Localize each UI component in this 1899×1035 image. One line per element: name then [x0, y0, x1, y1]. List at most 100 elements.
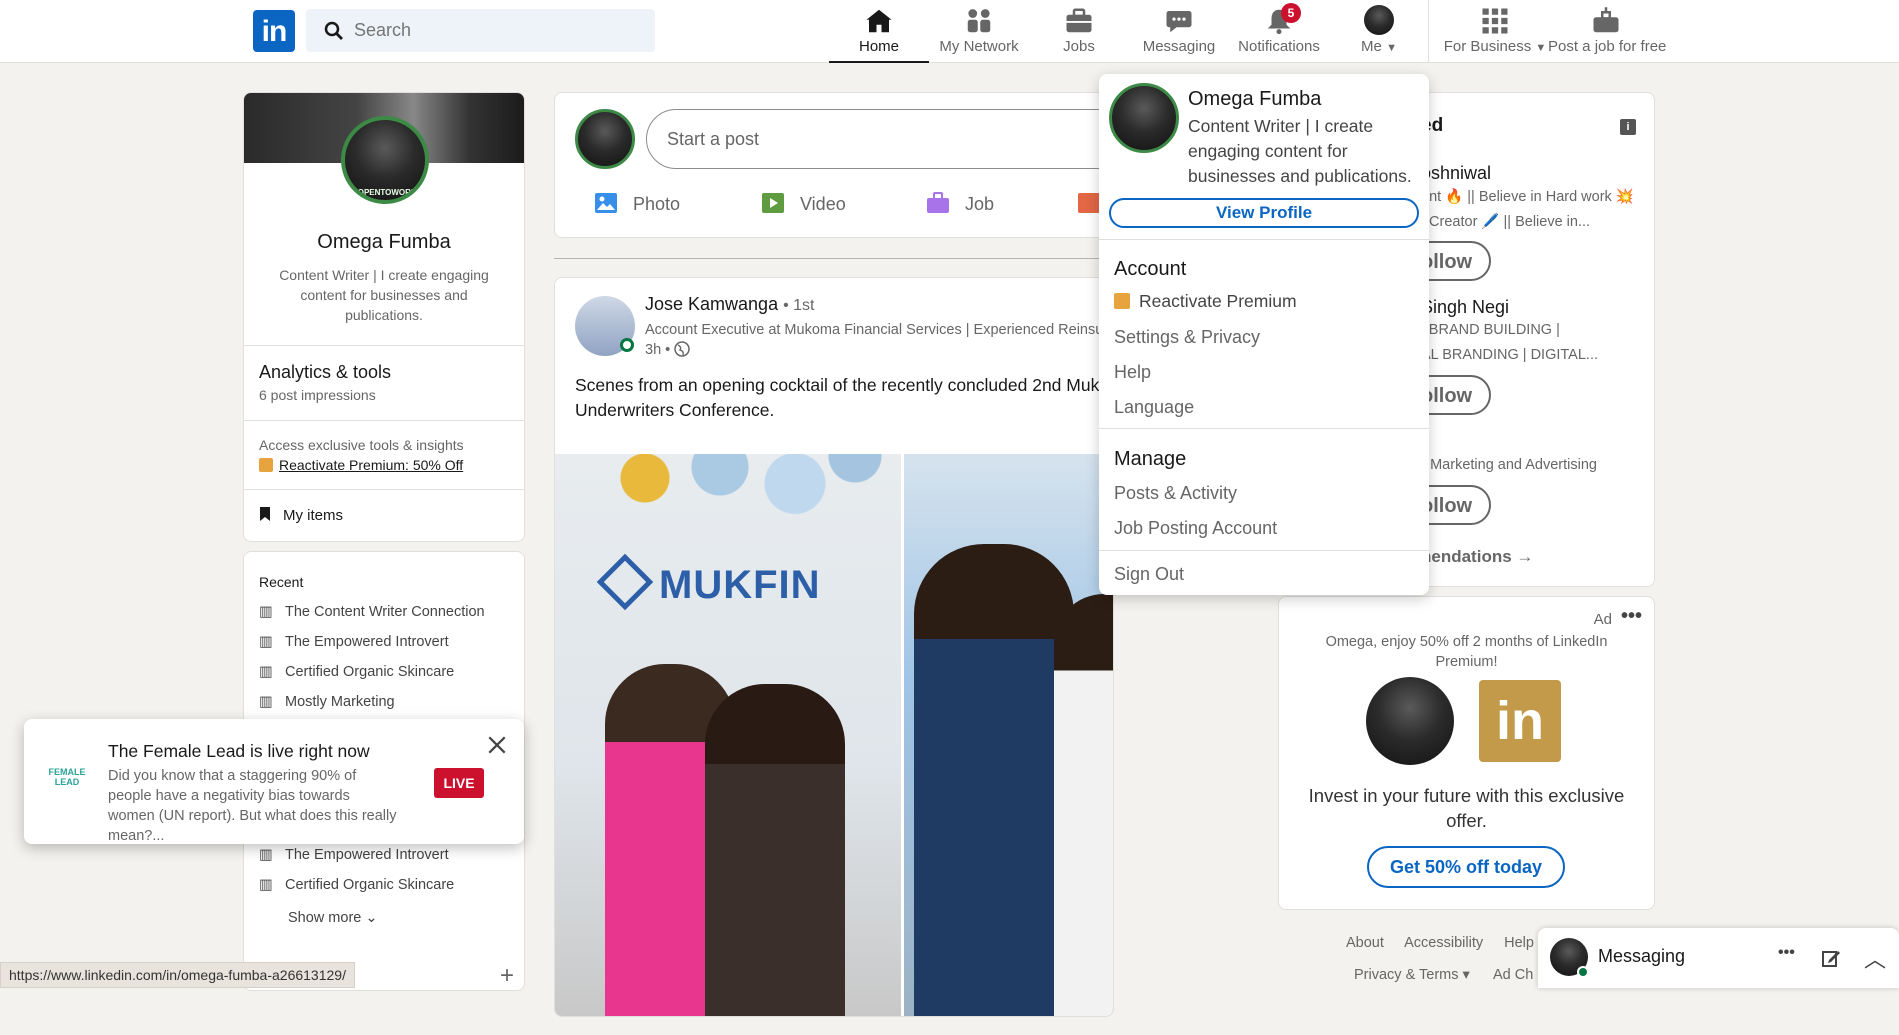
- nav-notifications[interactable]: 5 Notifications: [1229, 0, 1329, 63]
- group-icon: ▥: [259, 634, 273, 650]
- close-icon[interactable]: [486, 734, 508, 756]
- plus-icon[interactable]: +: [500, 962, 514, 990]
- menu-item-label: Reactivate Premium: [1139, 291, 1297, 311]
- my-items[interactable]: My items: [259, 506, 343, 524]
- linkedin-logo[interactable]: in: [253, 10, 295, 52]
- recent-item[interactable]: ▥ Certified Organic Skincare: [259, 877, 514, 907]
- menu-item-job-posting[interactable]: Job Posting Account: [1114, 518, 1277, 539]
- messaging-dock[interactable]: Messaging ••• ︿: [1538, 928, 1899, 988]
- nav-messaging[interactable]: Messaging: [1129, 0, 1229, 63]
- job-label: Job: [965, 194, 995, 214]
- toast-body: Did you know that a staggering 90% of pe…: [108, 768, 397, 844]
- search-input[interactable]: [354, 9, 644, 52]
- more-icon[interactable]: •••: [1778, 944, 1795, 962]
- messaging-label: Messaging: [1598, 946, 1686, 966]
- recent-item-label: Certified Organic Skincare: [285, 877, 455, 893]
- feed-divider: [554, 258, 1114, 259]
- group-icon: ▥: [259, 877, 273, 893]
- composer-avatar[interactable]: [575, 109, 635, 169]
- toast-title: The Female Lead is live right now: [108, 741, 370, 761]
- more-icon[interactable]: •••: [1621, 605, 1642, 628]
- start-post-input[interactable]: Start a post: [646, 109, 1113, 169]
- suggestion-line: AL BRANDING | DIGITAL...: [1421, 347, 1598, 363]
- view-profile-button[interactable]: View Profile: [1109, 198, 1419, 228]
- network-icon: [967, 9, 991, 33]
- nav-jobs[interactable]: Jobs: [1029, 0, 1129, 63]
- divider: [1099, 428, 1429, 429]
- menu-item-settings[interactable]: Settings & Privacy: [1114, 327, 1260, 348]
- nav-for-business[interactable]: For Business ▼: [1440, 0, 1550, 63]
- group-icon: ▥: [259, 664, 273, 680]
- profile-name[interactable]: Omega Fumba: [244, 231, 524, 254]
- suggestion-name[interactable]: Singh Negi: [1421, 297, 1509, 318]
- recent-list: ▥ The Content Writer Connection ▥ The Empo…: [259, 604, 514, 724]
- footer-link[interactable]: Help: [1504, 935, 1534, 951]
- menu-item-sign-out[interactable]: Sign Out: [1114, 564, 1184, 585]
- show-more-label: Show more: [288, 910, 362, 926]
- nav-post-job[interactable]: Post a job for free: [1548, 0, 1667, 63]
- analytics-title: Analytics & tools: [259, 362, 392, 382]
- menu-item-help[interactable]: Help: [1114, 362, 1151, 383]
- search-icon: [324, 21, 343, 40]
- ad-cta-button[interactable]: Get 50% off today: [1367, 846, 1565, 888]
- profile-avatar[interactable]: #OPENTOWORK: [341, 116, 429, 204]
- bookmark-icon: [260, 507, 270, 521]
- nav-my-network[interactable]: My Network: [929, 0, 1029, 63]
- job-button[interactable]: Job: [925, 191, 994, 215]
- compose-icon[interactable]: [1821, 948, 1841, 968]
- chevron-up-icon[interactable]: ︿: [1864, 942, 1886, 974]
- recent-item[interactable]: ▥ Certified Organic Skincare: [259, 664, 514, 694]
- nav-messaging-label: Messaging: [1142, 38, 1216, 55]
- premium-icon: [1114, 293, 1130, 309]
- post-time-row: 3h •: [645, 341, 691, 358]
- caret-down-icon: ▼: [1535, 42, 1547, 54]
- recent-item[interactable]: ▥ The Empowered Introvert: [259, 847, 514, 877]
- messaging-icon: [1166, 11, 1192, 33]
- post-degree: • 1st: [783, 297, 815, 314]
- show-more-button[interactable]: Show more ⌄: [288, 910, 378, 926]
- nav-notifications-label: Notifications: [1238, 38, 1320, 55]
- menu-item-language[interactable]: Language: [1114, 397, 1194, 418]
- post-text: Scenes from an opening cocktail of the r…: [575, 375, 1100, 420]
- group-icon: ▥: [259, 847, 273, 863]
- footer-link[interactable]: About: [1346, 935, 1384, 951]
- jobs-icon: [1066, 8, 1092, 33]
- live-toast[interactable]: FEMALE LEAD The Female Lead is live righ…: [24, 719, 524, 844]
- me-dropdown: Omega Fumba Content Writer | I create en…: [1099, 74, 1429, 595]
- menu-item-reactivate-premium[interactable]: Reactivate Premium: [1114, 291, 1297, 312]
- account-header: Account: [1114, 258, 1187, 280]
- recent-item-label: Mostly Marketing: [285, 694, 395, 710]
- info-icon[interactable]: i: [1620, 119, 1636, 135]
- nav-me[interactable]: Me ▼: [1329, 0, 1429, 63]
- footer-link[interactable]: Accessibility: [1404, 935, 1483, 951]
- post-image-left[interactable]: MUKFIN: [555, 454, 901, 1016]
- opentowork-frame: #OPENTOWORK: [353, 188, 417, 197]
- video-button[interactable]: Video: [760, 191, 846, 215]
- feed-post: Jose Kamwanga • 1st Account Executive at…: [554, 277, 1114, 1017]
- me-dropdown-avatar[interactable]: [1109, 83, 1179, 153]
- analytics-section[interactable]: Analytics & tools 6 post impressions: [244, 346, 524, 412]
- footer-link[interactable]: Privacy & Terms ▾: [1354, 967, 1470, 983]
- post-author-name[interactable]: Jose Kamwanga: [645, 294, 778, 314]
- nav-home-label: Home: [858, 38, 899, 55]
- post-image-right[interactable]: [904, 454, 1113, 1016]
- event-logo-text: MUKFIN: [659, 563, 821, 607]
- nav-post-job-label: Post a job for free: [1548, 38, 1667, 55]
- nav-divider: [1428, 0, 1429, 63]
- ad-user-avatar: [1366, 677, 1454, 765]
- divider: [244, 420, 524, 421]
- recent-item[interactable]: ▥ The Content Writer Connection: [259, 604, 514, 634]
- footer-link[interactable]: Ad Ch: [1493, 967, 1533, 983]
- search-bar[interactable]: [306, 9, 655, 52]
- suggestion-name[interactable]: oshniwal: [1421, 163, 1491, 184]
- view-recommendations-link[interactable]: nendations →: [1421, 547, 1533, 567]
- divider: [1099, 239, 1429, 240]
- post-author-subtitle: Account Executive at Mukoma Financial Se…: [645, 322, 1104, 338]
- menu-item-posts-activity[interactable]: Posts & Activity: [1114, 483, 1237, 504]
- photo-button[interactable]: Photo: [593, 191, 680, 215]
- my-items-label: My items: [283, 507, 343, 524]
- premium-link-row[interactable]: Reactivate Premium: 50% Off: [259, 457, 463, 473]
- nav-home[interactable]: Home: [829, 0, 929, 63]
- premium-link[interactable]: Reactivate Premium: 50% Off: [279, 457, 463, 473]
- recent-item[interactable]: ▥ The Empowered Introvert: [259, 634, 514, 664]
